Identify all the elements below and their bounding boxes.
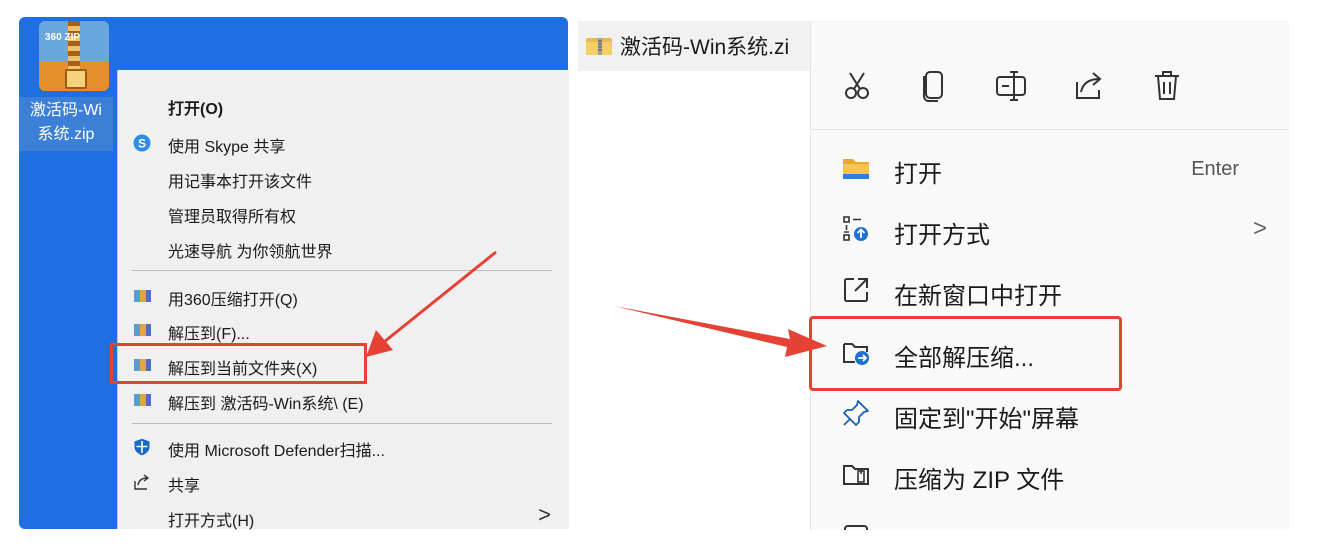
annotation-arrows — [366, 250, 827, 357]
red-arrow-right — [614, 306, 827, 357]
red-arrow-left — [366, 250, 497, 357]
